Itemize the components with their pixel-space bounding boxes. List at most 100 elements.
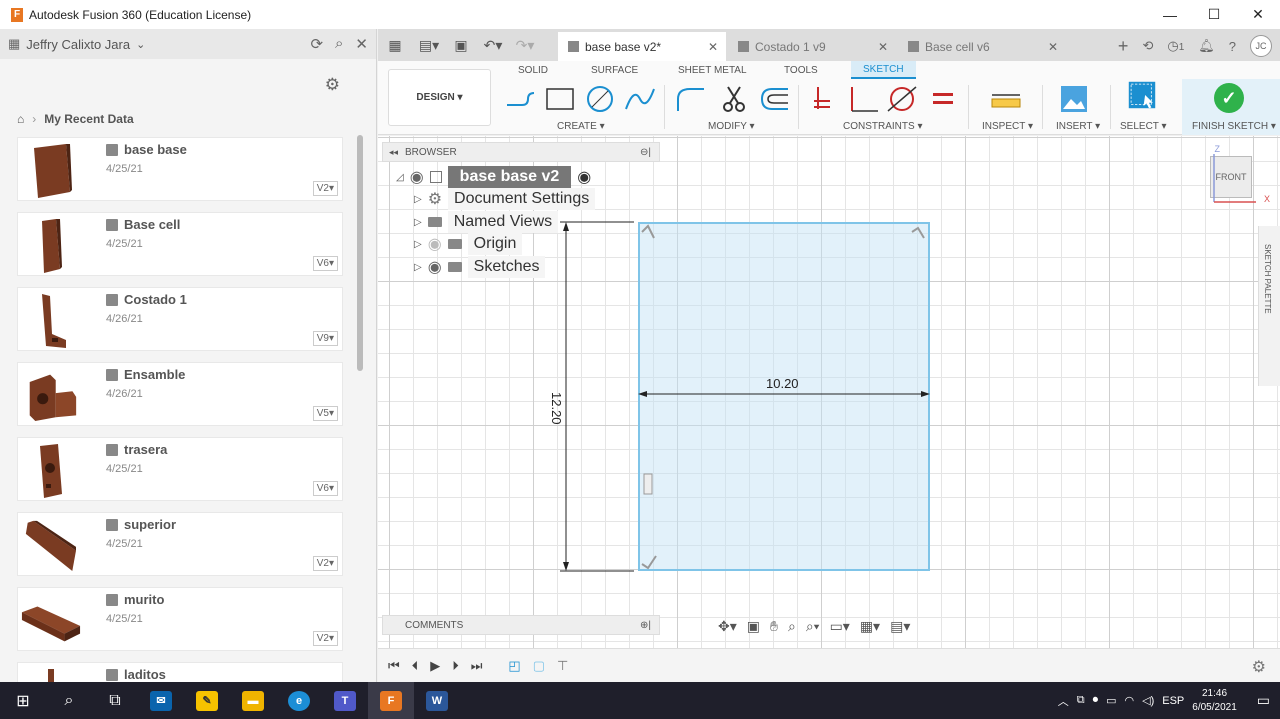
- viewcube-face[interactable]: FRONT: [1216, 172, 1247, 182]
- sticky-notes-icon[interactable]: ✎: [184, 682, 230, 719]
- version-badge[interactable]: V6▾: [312, 256, 338, 271]
- height-dimension[interactable]: 12.20: [549, 392, 564, 425]
- refresh-icon[interactable]: ⟳: [310, 35, 323, 53]
- list-item[interactable]: murito 4/25/21 V2▾: [17, 587, 343, 651]
- close-tab-icon[interactable]: ✕: [1048, 40, 1058, 54]
- fillet-tool-icon[interactable]: [674, 85, 706, 113]
- grid-settings-icon[interactable]: ▦▾: [860, 618, 880, 635]
- constraints-menu[interactable]: CONSTRAINTS ▾: [843, 121, 922, 132]
- fusion-360-taskbar-icon[interactable]: F: [368, 682, 414, 719]
- finish-sketch-menu[interactable]: FINISH SKETCH ▾: [1192, 121, 1276, 132]
- look-at-icon[interactable]: ▣: [747, 618, 760, 635]
- step-forward-icon[interactable]: ⏵: [452, 658, 459, 674]
- width-dimension[interactable]: 10.20: [766, 376, 799, 391]
- tab-solid[interactable]: SOLID: [518, 61, 548, 79]
- offset-tool-icon[interactable]: [758, 85, 790, 113]
- go-to-end-icon[interactable]: ⏭: [471, 658, 483, 674]
- tree-node-named-views[interactable]: ▷ Named Views: [414, 211, 559, 233]
- pin-icon[interactable]: ⊖|: [640, 147, 651, 158]
- rectangle-tool-icon[interactable]: [544, 85, 576, 113]
- scrollbar[interactable]: [357, 135, 363, 371]
- sketch-feature-icon[interactable]: ◰: [508, 658, 520, 674]
- list-item[interactable]: superior 4/25/21 V2▾: [17, 512, 343, 576]
- start-windows-icon[interactable]: ⊞: [0, 682, 46, 719]
- workspace-switcher[interactable]: DESIGN ▾: [388, 69, 491, 126]
- word-app-icon[interactable]: W: [414, 682, 460, 719]
- close-panel-icon[interactable]: ✕: [355, 35, 368, 53]
- file-explorer-icon[interactable]: ▬: [230, 682, 276, 719]
- microphone-icon[interactable]: ⏺: [1093, 694, 1099, 707]
- line-tool-icon[interactable]: [504, 85, 536, 113]
- mail-app-icon[interactable]: ✉: [138, 682, 184, 719]
- user-name[interactable]: Jeffry Calixto Jara: [26, 37, 130, 52]
- tangent-constraint-icon[interactable]: [886, 85, 918, 113]
- close-tab-icon[interactable]: ✕: [878, 40, 888, 54]
- select-menu[interactable]: SELECT ▾: [1120, 121, 1167, 132]
- tree-node-origin[interactable]: ▷ ◉ Origin: [414, 233, 523, 255]
- activate-radio-icon[interactable]: ◉: [577, 167, 591, 187]
- perpendicular-constraint-icon[interactable]: [848, 85, 880, 113]
- step-back-icon[interactable]: ⏴: [412, 658, 419, 674]
- search-icon[interactable]: ⌕: [46, 682, 92, 719]
- insert-image-icon[interactable]: [1060, 85, 1088, 113]
- list-item[interactable]: Ensamble 4/26/21 V5▾: [17, 362, 343, 426]
- collapse-left-icon[interactable]: ◂◂: [389, 147, 398, 158]
- display-settings-icon[interactable]: ▭▾: [830, 618, 850, 635]
- expand-triangle-icon[interactable]: ▷: [414, 239, 422, 250]
- avatar[interactable]: JC: [1250, 35, 1272, 57]
- design-canvas[interactable]: ◂◂ BROWSER ⊖| ◿ ◉ base base v2 ◉ ▷ ⚙ Doc…: [378, 136, 1280, 682]
- eye-icon[interactable]: ◉: [410, 167, 424, 187]
- file-menu-icon[interactable]: ▤▾: [418, 37, 440, 54]
- gear-icon[interactable]: ⚙: [1252, 657, 1266, 677]
- insert-menu[interactable]: INSERT ▾: [1056, 121, 1100, 132]
- eye-hidden-icon[interactable]: ◉: [428, 234, 442, 254]
- coincident-constraint-icon[interactable]: [810, 85, 836, 113]
- list-item[interactable]: trasera 4/25/21 V6▾: [17, 437, 343, 501]
- viewports-icon[interactable]: ▤▾: [890, 618, 910, 635]
- home-icon[interactable]: ⌂: [17, 112, 24, 126]
- breadcrumb-current[interactable]: My Recent Data: [44, 112, 133, 126]
- eye-icon[interactable]: ◉: [428, 257, 442, 277]
- clock[interactable]: 21:46 6/05/2021: [1192, 687, 1237, 715]
- select-arrow-icon[interactable]: [1124, 81, 1160, 109]
- tree-node-document-settings[interactable]: ▷ ⚙ Document Settings: [414, 188, 596, 210]
- undo-icon[interactable]: ↶▾: [482, 37, 504, 54]
- wifi-icon[interactable]: ◠: [1125, 694, 1135, 707]
- battery-icon[interactable]: ▭: [1106, 694, 1116, 707]
- teams-app-icon[interactable]: T: [322, 682, 368, 719]
- sketch-profile-rectangle[interactable]: [638, 222, 930, 571]
- tab-base-cell[interactable]: Base cell v6 ✕: [898, 32, 1066, 61]
- search-icon[interactable]: ⌕: [335, 35, 343, 53]
- list-item[interactable]: Costado 1 4/26/21 V9▾: [17, 287, 343, 351]
- tab-base-base[interactable]: base base v2* ✕: [558, 32, 726, 61]
- save-icon[interactable]: ▣: [450, 37, 472, 54]
- job-status-icon[interactable]: ◷1: [1167, 38, 1184, 54]
- edge-browser-icon[interactable]: e: [276, 682, 322, 719]
- tab-costado[interactable]: Costado 1 v9 ✕: [728, 32, 896, 61]
- sketch-palette-tab[interactable]: SKETCH PALETTE: [1258, 226, 1280, 386]
- orbit-icon[interactable]: ✥▾: [718, 618, 737, 635]
- close-tab-icon[interactable]: ✕: [708, 40, 718, 54]
- tab-sketch[interactable]: SKETCH: [851, 61, 916, 79]
- tab-sheet-metal[interactable]: SHEET METAL: [678, 61, 747, 79]
- version-badge[interactable]: V2▾: [312, 631, 338, 646]
- chevron-up-icon[interactable]: ︿: [1058, 693, 1069, 709]
- language-indicator[interactable]: ESP: [1162, 695, 1184, 707]
- expand-triangle-icon[interactable]: ◿: [396, 172, 404, 183]
- inspect-menu[interactable]: INSPECT ▾: [982, 121, 1033, 132]
- comments-panel-header[interactable]: COMMENTS ⊕|: [382, 615, 660, 635]
- go-to-start-icon[interactable]: ⏮: [388, 658, 400, 674]
- expand-triangle-icon[interactable]: ▷: [414, 262, 422, 273]
- meet-now-icon[interactable]: ⧉: [1077, 694, 1085, 707]
- zoom-window-icon[interactable]: ⌕▾: [806, 618, 820, 635]
- modify-menu[interactable]: MODIFY ▾: [708, 121, 755, 132]
- finish-sketch-button[interactable]: ✓ FINISH SKETCH ▾: [1182, 79, 1280, 135]
- version-badge[interactable]: V2▾: [312, 556, 338, 571]
- maximize-icon[interactable]: ☐: [1192, 0, 1236, 29]
- version-badge[interactable]: V2▾: [312, 181, 338, 196]
- tab-surface[interactable]: SURFACE: [591, 61, 638, 79]
- browser-panel-header[interactable]: ◂◂ BROWSER ⊖|: [382, 142, 660, 162]
- measure-ruler-icon[interactable]: [990, 85, 1022, 113]
- close-icon[interactable]: ✕: [1236, 0, 1280, 29]
- version-badge[interactable]: V5▾: [312, 406, 338, 421]
